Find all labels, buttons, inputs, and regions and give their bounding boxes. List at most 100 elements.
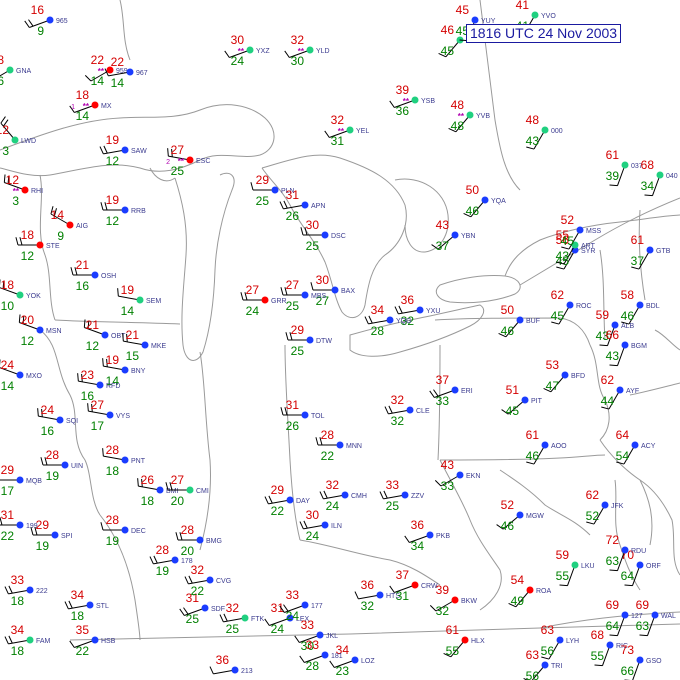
station-id-label: EKN (466, 473, 480, 480)
temperature-label: 50 (501, 303, 515, 317)
temperature-label: 21 (126, 328, 140, 342)
station-id-label: UIN (71, 463, 83, 470)
station-model-CVG: 32 22 CVG (184, 563, 231, 598)
wind-barb-feather (137, 478, 139, 487)
sky-cover-symbol (621, 341, 629, 349)
station-id-label: MQB (26, 478, 42, 485)
station-id-label: BUF (526, 318, 540, 325)
sky-cover-symbol (51, 531, 59, 539)
station-id-label: RFD (106, 383, 120, 390)
station-id-label: 000 (551, 128, 563, 135)
temperature-label: 27 (286, 278, 300, 292)
wind-barb-feather (599, 344, 608, 347)
station-model-LWD: 12 3 LWD (0, 116, 36, 158)
wind-barb-feather (609, 184, 618, 187)
sky-cover-symbol (21, 186, 29, 194)
temperature-label: 21 (86, 318, 100, 332)
station-id-label: YEL (356, 128, 369, 135)
temperature-label: 54 (511, 573, 525, 587)
dewpoint-label: 48 (451, 119, 465, 133)
sky-cover-symbol (121, 456, 129, 464)
sky-cover-symbol (56, 416, 64, 424)
temperature-label: 28 (46, 448, 60, 462)
temperature-label: 61 (526, 428, 540, 442)
sky-cover-symbol (16, 291, 24, 299)
sky-cover-symbol (16, 521, 24, 529)
station-id-label: MNN (346, 443, 362, 450)
sky-cover-symbol (321, 521, 329, 529)
wind-barb-feather (299, 655, 305, 663)
wind-barb-feather (389, 100, 395, 108)
sky-cover-symbol (621, 611, 629, 619)
temperature-label: 69 (606, 598, 620, 612)
dewpoint-label: 3 (2, 144, 9, 158)
dewpoint-label: 14 (91, 74, 105, 88)
sky-cover-symbol (86, 601, 94, 609)
station-id-label: 040 (666, 173, 678, 180)
wind-barb-feather (280, 287, 284, 296)
dewpoint-label: 44 (601, 394, 615, 408)
temperature-label: 36 (216, 653, 230, 667)
sky-cover-symbol (461, 636, 469, 644)
wind-barb-feather (294, 635, 300, 643)
sky-cover-symbol (16, 371, 24, 379)
temperature-label: 48 (526, 113, 540, 127)
station-model-PIT: 51 45 PIT (501, 383, 543, 418)
station-model-EKN: 43 33 EKN (434, 458, 480, 493)
sky-cover-symbol (91, 271, 99, 279)
station-id-label: BNY (131, 368, 146, 375)
temperature-label: 39 (436, 583, 450, 597)
temperature-label: 21 (76, 258, 90, 272)
temperature-label: 18 (1, 278, 15, 292)
station-id-label: PNT (131, 458, 146, 465)
dewpoint-label: 26 (286, 209, 300, 223)
wind-barb-feather (300, 227, 304, 236)
station-id-label: GNA (16, 68, 32, 75)
sky-cover-symbol (101, 331, 109, 339)
station-id-label: PKB (436, 533, 450, 540)
temperature-label: 29 (1, 463, 15, 477)
temperature-label: 28 (321, 428, 335, 442)
temperature-label: 19 (106, 133, 120, 147)
sky-cover-symbol (481, 196, 489, 204)
station-model-OBT: 21 12 OBT (83, 318, 126, 353)
dewpoint-label: 24 (326, 499, 340, 513)
station-model-PKB: 36 34 PKB (404, 518, 450, 553)
temperature-label: 27 (246, 283, 260, 297)
temperature-label: 50 (466, 183, 480, 197)
sky-cover-symbol (526, 586, 534, 594)
wind-barb-feather (299, 521, 304, 530)
station-id-label: PIT (531, 398, 543, 405)
wind-barb-feather (264, 618, 270, 626)
sky-cover-symbol (341, 491, 349, 499)
sky-cover-symbol (306, 336, 314, 344)
weather-symbol: ** (13, 187, 20, 196)
station-model-layer: 186GNA1699652214959**22149671814MX**1123… (0, 0, 678, 680)
temperature-label: 28 (106, 443, 120, 457)
wind-barb-feather (184, 576, 189, 585)
dewpoint-label: 25 (291, 344, 305, 358)
temperature-label: 32 (326, 478, 340, 492)
sky-cover-symbol (286, 496, 294, 504)
station-id-label: DAY (296, 498, 310, 505)
dewpoint-label: 47 (546, 379, 560, 393)
temperature-label: 27 (171, 473, 185, 487)
visibility-label: 1 (71, 104, 75, 111)
station-id-label: YBN (461, 233, 475, 240)
wind-barb-feather (279, 201, 284, 210)
station-id-label: RHI (31, 188, 43, 195)
station-model-GTB: 61 37 GTB (631, 233, 671, 270)
station-model-ILN: 30 24 ILN (299, 508, 342, 543)
sky-cover-symbol (451, 386, 459, 394)
dewpoint-label: 43 (556, 249, 570, 263)
wind-barb-feather (594, 664, 603, 667)
station-model-199: 3122199 (0, 508, 38, 543)
wind-barb-feather (87, 403, 89, 412)
station-id-label: DSC (331, 233, 346, 240)
station-model-BAX: 3027BAX (310, 273, 355, 308)
dewpoint-label: 26 (286, 419, 300, 433)
dewpoint-label: 19 (156, 564, 170, 578)
dewpoint-label: 52 (586, 509, 600, 523)
station-id-label: MSN (46, 328, 62, 335)
weather-symbol: ** (298, 47, 305, 56)
